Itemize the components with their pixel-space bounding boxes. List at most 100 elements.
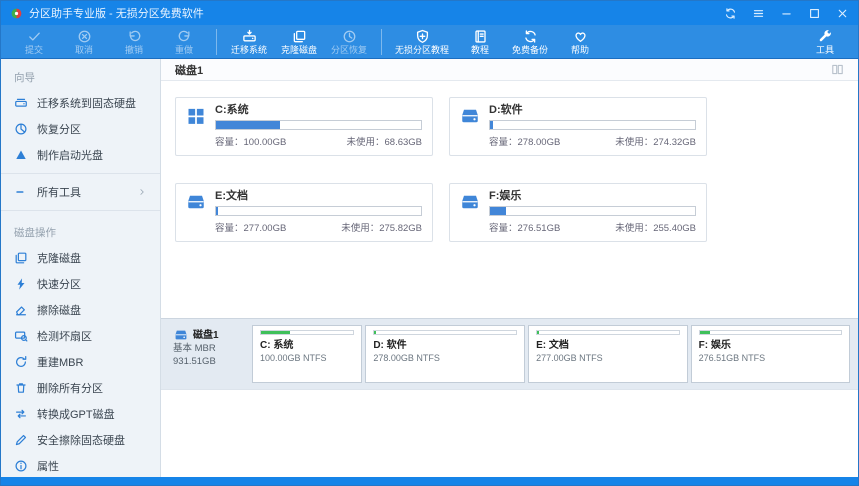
sidebar-item-make-bootable-cd[interactable]: 制作启动光盘 [1,142,160,168]
sidebar-item-label: 删除所有分区 [37,383,103,395]
disk-map-type: 基本 MBR [173,343,216,354]
sidebar-item-secure-erase-ssd[interactable]: 安全擦除固态硬盘 [1,427,160,453]
cancel-button[interactable]: 取消 [59,26,109,58]
partition-d-map-block[interactable]: D: 软件 278.00GB NTFS [365,325,526,383]
disk-icon [173,328,189,342]
partition-stats: 容量：276.51GB 未使用：255.40GB [489,220,696,234]
toolbar-separator [381,28,382,55]
lightning-icon [14,277,28,291]
sidebar-item-clone-disk[interactable]: 克隆磁盘 [1,245,160,271]
partition-c-map-block[interactable]: C: 系统 100.00GB NTFS [252,325,363,383]
app-logo-icon [10,7,23,20]
partition-card-body: C:系统容量：100.00GB 未使用：68.63GB [215,104,422,148]
sidebar-item-label: 转换成GPT磁盘 [37,409,115,421]
sidebar-item-all-tools[interactable]: 所有工具 [1,179,160,205]
sidebar-item-convert-to-gpt[interactable]: 转换成GPT磁盘 [1,401,160,427]
sidebar-item-check-bad-sectors[interactable]: 检测坏扇区 [1,323,160,349]
unused-text: 未使用：68.63GB [346,137,422,148]
toolbar-separator [216,28,217,55]
disk-map-name: 磁盘1 [193,329,219,341]
lossless-tutorial-button[interactable]: 无损分区教程 [389,26,455,58]
sidebar-divider [1,210,160,211]
migrate-system-icon [242,29,257,44]
partition-title: D:软件 [489,104,523,116]
commit-button[interactable]: 提交 [9,26,59,58]
maximize-button[interactable] [808,7,821,20]
sidebar-item-recover-partition[interactable]: 恢复分区 [1,116,160,142]
sidebar-item-rebuild-mbr[interactable]: 重建MBR [1,349,160,375]
disk-map-info[interactable]: 磁盘1 基本 MBR 931.51GB [169,325,249,383]
hdd-icon [14,96,28,110]
cancel-icon [77,29,92,44]
view-toggle-icon[interactable] [831,63,844,76]
sidebar-item-delete-all-partitions[interactable]: 删除所有分区 [1,375,160,401]
sidebar-item-label: 恢复分区 [37,124,81,136]
sidebar-item-properties[interactable]: 属性 [1,453,160,477]
map-usage-bar-fill [699,331,711,334]
free-backup-button[interactable]: 免费备份 [505,26,555,58]
menu-button[interactable] [752,7,765,20]
tutorial-button[interactable]: 教程 [455,26,505,58]
disk-map-size: 931.51GB [173,356,216,367]
sidebar-item-label: 快速分区 [37,279,81,291]
disk-map: 磁盘1 基本 MBR 931.51GB C: 系统 100.00GB NTFS D:… [161,318,858,390]
sidebar-section-title: 向导 [14,72,35,84]
map-partition-label: F: 娱乐 [698,340,731,351]
sidebar-item-wipe-disk[interactable]: 擦除磁盘 [1,297,160,323]
clock-icon [342,29,357,44]
partition-f-map-block[interactable]: F: 娱乐 276.51GB NTFS [690,325,851,383]
partition-e-map-block[interactable]: E: 文档 277.00GB NTFS [528,325,688,383]
bootdisc-icon [14,148,28,162]
map-usage-bar [260,330,355,335]
minimize-button[interactable] [780,7,793,20]
pie-icon [14,122,28,136]
map-partition-label: C: 系统 [260,340,294,351]
map-partition-detail: 100.00GB NTFS [260,353,327,363]
disk-title: 磁盘1 [175,64,204,77]
convert-icon [14,407,28,421]
usage-bar [215,120,422,130]
rebuild-icon [14,355,28,369]
partition-recovery-button[interactable]: 分区恢复 [324,26,374,58]
windows-logo-icon [186,106,206,126]
sync-button[interactable] [724,7,737,20]
help-button[interactable]: 帮助 [555,26,605,58]
toolbar-label: 撤销 [124,44,143,55]
map-usage-bar [698,330,843,335]
partition-e-card[interactable]: E:文档 容量：277.00GB 未使用：275.82GB [175,183,433,242]
unused-text: 未使用：275.82GB [341,223,422,234]
toolbar-label: 免费备份 [512,44,549,55]
statusbar [1,477,858,485]
window-controls [724,7,849,20]
disk-search-icon [14,329,28,343]
usage-bar [489,206,696,216]
capacity-text: 容量：276.51GB [489,223,561,234]
capacity-text: 容量：100.00GB [215,137,287,148]
drive-icon [460,192,480,212]
undo-button[interactable]: 撤销 [109,26,159,58]
partition-title: C:系统 [215,104,249,116]
tools-button[interactable]: 工具 [800,26,850,58]
partition-f-card[interactable]: F:娱乐 容量：276.51GB 未使用：255.40GB [449,183,707,242]
main-empty-area [161,390,858,477]
map-usage-bar-fill [374,331,377,334]
toolbar-label: 帮助 [571,44,590,55]
close-button[interactable] [836,7,849,20]
partition-d-card[interactable]: D:软件 容量：278.00GB 未使用：274.32GB [449,97,707,156]
secure-erase-icon [14,433,28,447]
partition-c-card[interactable]: C:系统容量：100.00GB 未使用：68.63GB [175,97,433,156]
unused-text: 未使用：274.32GB [615,137,696,148]
sidebar-item-quick-partition[interactable]: 快速分区 [1,271,160,297]
toolbar-label: 工具 [815,44,834,55]
migrate-system-button[interactable]: 迁移系统 [224,26,274,58]
partition-card-body: E:文档 容量：277.00GB 未使用：275.82GB [215,190,422,234]
sidebar-item-label: 安全擦除固态硬盘 [37,435,125,447]
clone-disk-button[interactable]: 克隆磁盘 [274,26,324,58]
map-usage-bar [536,330,680,335]
toolbar: 提交 取消 撤销 重做 迁移系统 克隆磁盘 分区恢复 无损分区教程 教程 免费备份 帮助 工具 [1,25,858,59]
redo-button[interactable]: 重做 [159,26,209,58]
map-usage-bar-fill [537,331,539,334]
sidebar-item-migrate-os-to-ssd[interactable]: 迁移系统到固态硬盘 [1,90,160,116]
partition-stats: 容量：100.00GB 未使用：68.63GB [215,134,422,148]
titlebar: 分区助手专业版 - 无损分区免费软件 [1,1,858,25]
